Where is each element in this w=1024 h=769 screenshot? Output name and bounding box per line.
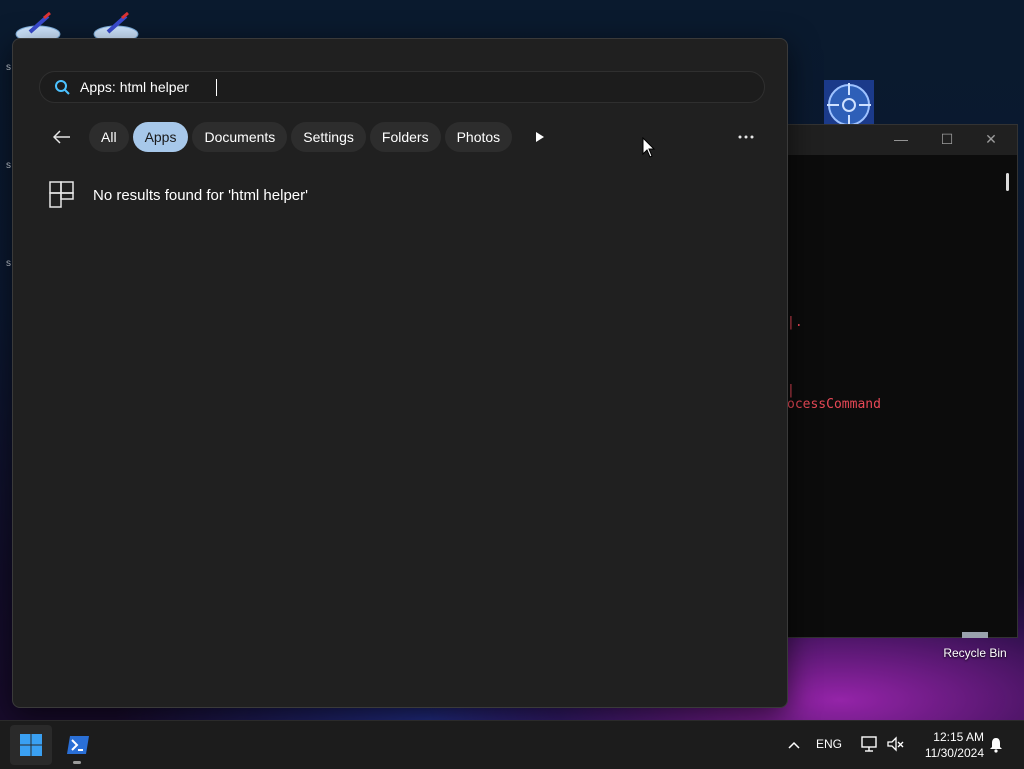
search-input[interactable] xyxy=(80,72,740,102)
running-indicator xyxy=(73,761,81,764)
taskbar-powershell-button[interactable] xyxy=(58,725,98,765)
filter-folders[interactable]: Folders xyxy=(369,122,441,152)
search-filter-bar: All Apps Documents Settings Folders Phot… xyxy=(49,121,550,153)
filter-all[interactable]: All xyxy=(89,122,129,152)
no-results-message: No results found for 'html helper' xyxy=(93,186,308,204)
mouse-cursor-icon xyxy=(642,137,656,158)
recycle-bin-label[interactable]: Recycle Bin xyxy=(934,646,1016,660)
show-hidden-icons-button[interactable] xyxy=(784,735,804,755)
minimize-button[interactable]: — xyxy=(891,131,911,147)
search-icon xyxy=(55,80,70,95)
terminal-error-text: ocessCommand xyxy=(787,397,881,412)
chevron-up-icon xyxy=(788,741,800,749)
close-button[interactable]: ✕ xyxy=(981,131,1001,148)
maximize-button[interactable]: ☐ xyxy=(937,131,957,148)
desktop-crosshair-app-icon[interactable] xyxy=(824,80,874,130)
start-search-panel: All Apps Documents Settings Folders Phot… xyxy=(12,38,788,708)
terminal-scrollbar[interactable] xyxy=(1006,173,1009,191)
volume-muted-icon[interactable] xyxy=(886,735,904,753)
arrow-left-icon xyxy=(53,130,70,144)
recycle-bin-icon[interactable] xyxy=(962,632,988,638)
filter-documents[interactable]: Documents xyxy=(192,122,288,152)
terminal-error-text: | xyxy=(787,383,795,398)
text-caret xyxy=(216,79,217,96)
terminal-window[interactable]: — ☐ ✕ |. | ocessCommand xyxy=(786,124,1018,638)
back-button[interactable] xyxy=(49,121,75,153)
windows-logo-icon xyxy=(20,734,42,756)
terminal-error-text: |. xyxy=(787,315,803,330)
crosshair-icon xyxy=(827,83,871,127)
search-box[interactable] xyxy=(39,71,765,103)
clock-date: 11/30/2024 xyxy=(924,746,984,760)
powershell-icon xyxy=(67,736,89,754)
no-results-row: No results found for 'html helper' xyxy=(49,181,308,209)
network-icon[interactable] xyxy=(860,735,878,753)
filter-settings[interactable]: Settings xyxy=(291,122,366,152)
desktop-label-fragment: s xyxy=(6,258,11,269)
filter-photos[interactable]: Photos xyxy=(444,122,513,152)
desktop-label-fragment: s xyxy=(6,62,11,73)
terminal-titlebar[interactable]: — ☐ ✕ xyxy=(787,125,1017,155)
apps-grid-icon xyxy=(49,181,74,208)
more-options-button[interactable] xyxy=(731,127,761,147)
clock-time: 12:15 AM xyxy=(933,730,984,744)
language-indicator[interactable]: ENG xyxy=(816,737,842,751)
filter-apps[interactable]: Apps xyxy=(132,122,189,152)
play-icon xyxy=(536,132,545,142)
more-filters-button[interactable] xyxy=(530,122,550,152)
bell-icon[interactable] xyxy=(988,737,1004,753)
system-clock[interactable]: 12:15 AM 11/30/2024 xyxy=(914,729,984,761)
start-button[interactable] xyxy=(10,725,52,765)
more-horizontal-icon xyxy=(738,135,754,139)
taskbar: ENG 12:15 AM 11/30/2024 xyxy=(0,720,1024,769)
desktop-label-fragment: s xyxy=(6,160,11,171)
